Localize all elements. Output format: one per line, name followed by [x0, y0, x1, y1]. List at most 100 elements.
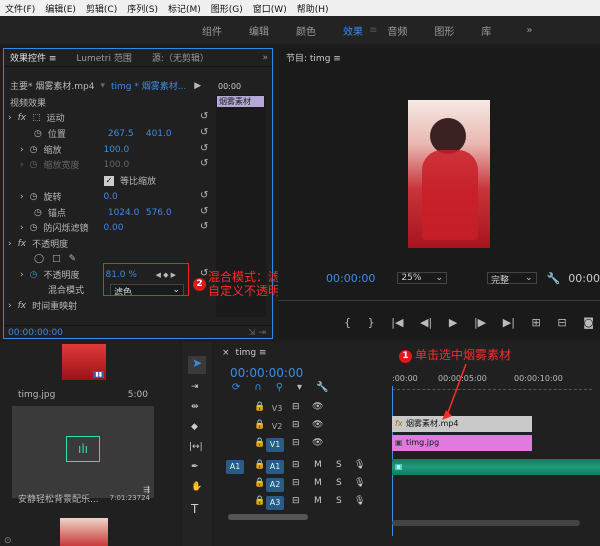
stopwatch-icon[interactable]: ◷ — [34, 129, 42, 139]
scale-value[interactable]: 100.0 — [103, 145, 129, 155]
lock-icon[interactable]: 🔒 — [254, 438, 265, 448]
tab-lumetri-scopes[interactable]: Lumetri 范围 — [76, 51, 131, 64]
lift-icon[interactable]: ⊞ — [532, 316, 541, 329]
expand-chevron-icon[interactable]: › — [20, 270, 24, 280]
sync-lock-icon[interactable]: ⊟ — [292, 460, 300, 470]
workspace-libraries[interactable]: 库 — [481, 23, 491, 38]
step-forward-icon[interactable]: |▶ — [474, 316, 486, 329]
rectangle-mask-icon[interactable]: □ — [52, 254, 61, 264]
timeline-tab[interactable]: × timg ≡ — [222, 348, 266, 358]
project-thumbnail-image[interactable]: ▮▮ — [62, 344, 106, 380]
sync-lock-icon[interactable]: ⊟ — [292, 496, 300, 506]
menu-window[interactable]: 窗口(W) — [248, 2, 292, 15]
solo-button[interactable]: S — [336, 478, 342, 488]
reset-icon[interactable]: ↺ — [200, 190, 210, 201]
track-name[interactable]: A3 — [266, 496, 284, 510]
horizontal-scrollbar[interactable] — [228, 514, 308, 520]
time-remap-row[interactable]: › fx 时间重映射 — [8, 299, 218, 313]
overflow-chevron-icon[interactable]: » — [526, 25, 532, 36]
eye-icon[interactable]: 👁 — [312, 438, 323, 448]
expand-chevron-icon[interactable]: › — [8, 239, 12, 249]
anchor-y-value[interactable]: 576.0 — [146, 208, 172, 218]
reset-icon[interactable]: ↺ — [200, 221, 210, 232]
wrench-icon[interactable]: 🔧 — [547, 272, 561, 285]
extract-icon[interactable]: ⊟ — [557, 316, 566, 329]
microphone-icon[interactable]: 🎙 — [354, 478, 365, 488]
panel-overflow-icon[interactable]: » — [262, 53, 268, 63]
program-video-frame[interactable] — [408, 100, 490, 248]
reset-icon[interactable]: ↺ — [200, 143, 210, 154]
source-patch[interactable]: A1 — [226, 460, 244, 474]
quality-dropdown[interactable]: 完整 ⌄ — [487, 272, 537, 286]
anchor-x-value[interactable]: 1024.0 — [108, 208, 146, 218]
eye-icon[interactable]: 👁 — [312, 420, 323, 430]
razor-tool-icon[interactable]: ◆ — [191, 422, 198, 432]
track-name[interactable]: A2 — [266, 478, 284, 492]
reset-icon[interactable]: ↺ — [200, 206, 210, 217]
menu-graphics[interactable]: 图形(G) — [206, 2, 248, 15]
reset-icon[interactable]: ↺ — [200, 158, 210, 169]
sync-lock-icon[interactable]: ⊟ — [292, 402, 300, 412]
expand-chevron-icon[interactable]: › — [8, 113, 12, 123]
mini-timeline-clip[interactable]: 烟雾素材 — [217, 96, 264, 107]
ec-timecode[interactable]: 00:00:00:00 — [8, 328, 63, 338]
stopwatch-icon[interactable]: ◷ — [30, 270, 38, 280]
type-tool-icon[interactable]: T — [191, 502, 198, 516]
go-to-out-icon[interactable]: ▶| — [503, 316, 515, 329]
position-y-value[interactable]: 401.0 — [146, 129, 172, 139]
workspace-color[interactable]: 颜色 — [296, 23, 316, 38]
reset-icon[interactable]: ↺ — [200, 111, 210, 122]
uniform-scale-checkbox[interactable]: ✓ — [104, 175, 114, 186]
snap-icon[interactable]: ∩ — [254, 382, 261, 393]
sync-lock-icon[interactable]: ⊟ — [292, 420, 300, 430]
timeline-settings-icon[interactable]: 🔧 — [316, 382, 328, 393]
track-select-tool-icon[interactable]: ⇥ — [191, 382, 199, 392]
expand-chevron-icon[interactable]: › — [20, 223, 24, 233]
sync-lock-icon[interactable]: ⊟ — [292, 478, 300, 488]
hand-tool-icon[interactable]: ✋ — [191, 482, 202, 492]
master-clip-label[interactable]: 主要* 烟雾素材.mp4 — [10, 79, 94, 92]
linked-selection-icon[interactable]: ⚲ — [276, 382, 283, 393]
menu-clip[interactable]: 剪辑(C) — [81, 2, 122, 15]
sync-lock-icon[interactable]: ⊟ — [292, 438, 300, 448]
lock-icon[interactable]: 🔒 — [254, 478, 265, 488]
antiflicker-value[interactable]: 0.00 — [103, 223, 123, 233]
project-thumbnail-audio[interactable]: ılı ⇶ — [12, 406, 154, 498]
stopwatch-icon[interactable]: ◷ — [30, 192, 38, 202]
workspace-editing[interactable]: 编辑 — [249, 23, 269, 38]
clip-timg-v1[interactable]: ▣ timg.jpg — [392, 435, 532, 451]
program-title[interactable]: 节目: timg ≡ — [286, 51, 341, 64]
solo-button[interactable]: S — [336, 460, 342, 470]
menu-sequence[interactable]: 序列(S) — [122, 2, 163, 15]
ripple-edit-tool-icon[interactable]: ⇹ — [191, 402, 199, 412]
lock-icon[interactable]: 🔒 — [254, 496, 265, 506]
program-scrubber[interactable] — [278, 300, 600, 301]
timeline-timecode[interactable]: 00:00:00:00 — [230, 366, 303, 380]
sequence-clip-label[interactable]: timg * 烟雾素材... — [111, 79, 186, 92]
selection-tool-icon[interactable]: ➤ — [188, 356, 206, 374]
stopwatch-icon[interactable]: ◷ — [30, 223, 38, 233]
workspace-graphics[interactable]: 图形 — [434, 23, 454, 38]
export-frame-icon[interactable]: ◙ — [583, 316, 594, 329]
position-x-value[interactable]: 267.5 — [108, 129, 146, 139]
slip-tool-icon[interactable]: |↔| — [189, 442, 203, 452]
microphone-icon[interactable]: 🎙 — [354, 460, 365, 470]
add-marker-icon[interactable]: ▾ — [297, 382, 302, 393]
mark-in-icon[interactable]: { — [344, 316, 351, 329]
nest-icon[interactable]: ⟳ — [232, 382, 240, 393]
lock-icon[interactable]: 🔒 — [254, 460, 265, 470]
program-timecode[interactable]: 00:00:00 — [326, 272, 375, 285]
mark-out-icon[interactable]: } — [368, 316, 375, 329]
zoom-dropdown[interactable]: 25% ⌄ — [397, 272, 447, 284]
motion-row[interactable]: › fx ⬚ 运动 — [8, 111, 218, 125]
mute-button[interactable]: M — [314, 478, 322, 488]
workspace-menu-icon[interactable]: ≡ — [369, 25, 377, 36]
stopwatch-icon[interactable]: ◷ — [34, 208, 42, 218]
tab-source[interactable]: 源:（无剪辑） — [152, 51, 209, 64]
go-to-in-icon[interactable]: |◀ — [391, 316, 403, 329]
mute-button[interactable]: M — [314, 460, 322, 470]
mute-button[interactable]: M — [314, 496, 322, 506]
zoom-scrollbar[interactable] — [392, 520, 580, 526]
menu-marker[interactable]: 标记(M) — [163, 2, 206, 15]
dropdown-icon[interactable]: ▾ — [100, 81, 105, 91]
